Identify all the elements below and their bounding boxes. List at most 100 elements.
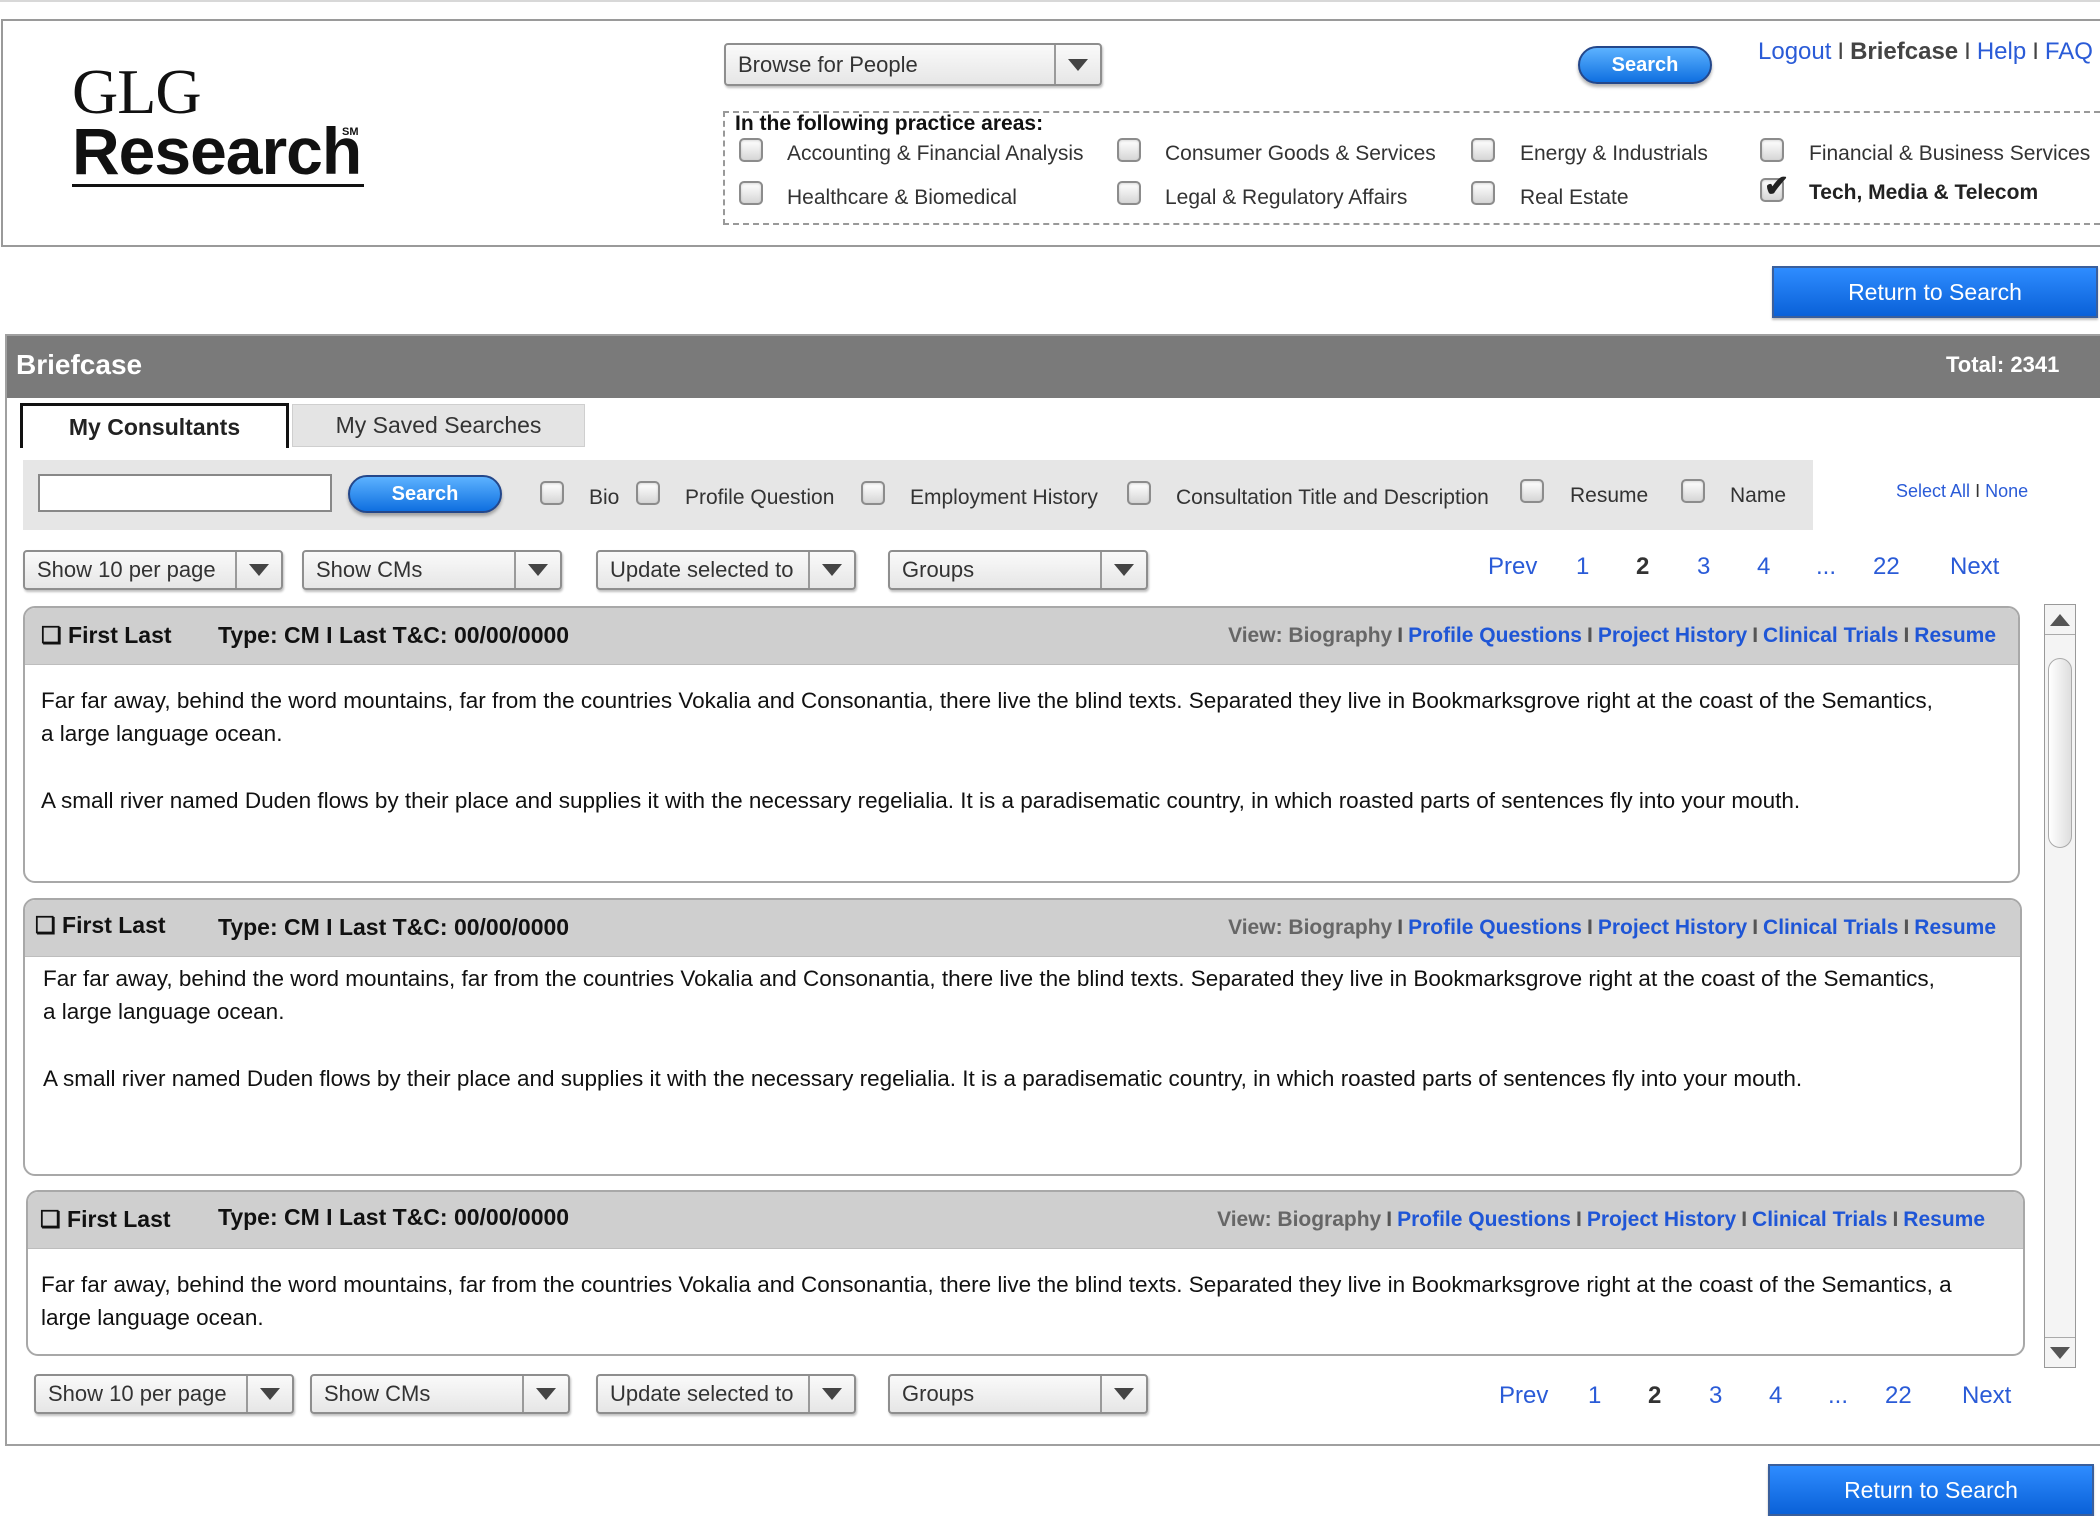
practice-checkbox-consumer[interactable] <box>1117 138 1141 162</box>
pagination-ellipsis: ... <box>1816 553 1837 580</box>
filter-checkbox-bio[interactable] <box>540 481 564 505</box>
faq-link[interactable]: FAQ <box>2045 38 2093 65</box>
bio-paragraph: Far far away, behind the word mountains,… <box>41 1272 1952 1330</box>
link-separator: I <box>1975 481 1981 501</box>
resume-link[interactable]: Resume <box>1903 1208 1985 1231</box>
consultant-card: ❏ First Last Type: CM I Last T&C: 00/00/… <box>23 606 2020 883</box>
bio-paragraph: Far far away, behind the word mountains,… <box>43 966 1935 1024</box>
pagination-page-current[interactable]: 2 <box>1636 553 1649 581</box>
filter-checkbox-consultation[interactable] <box>1127 481 1151 505</box>
clinical-trials-link[interactable]: Clinical Trials <box>1763 624 1898 647</box>
practice-checkbox-tech[interactable]: ✔ <box>1760 172 1789 202</box>
practice-areas-title: In the following practice areas: <box>735 112 1044 135</box>
consultant-select-name[interactable]: ❏ First Last <box>40 1206 171 1233</box>
profile-questions-link[interactable]: Profile Questions <box>1397 1208 1571 1231</box>
link-separator: I <box>1964 38 1971 65</box>
consultant-view-links: View: Biography I Profile Questions I Projec… <box>1228 916 1996 939</box>
filter-checkbox-resume[interactable] <box>1520 479 1544 503</box>
practice-label: Tech, Media & Telecom <box>1809 181 2039 204</box>
profile-questions-link[interactable]: Profile Questions <box>1408 624 1582 647</box>
practice-checkbox-healthcare[interactable] <box>739 181 763 205</box>
scroll-thumb[interactable] <box>2048 658 2072 848</box>
select-all-none: Select All I None <box>1896 481 2028 502</box>
consultant-name: First Last <box>68 622 172 648</box>
pagination-page[interactable]: 22 <box>1885 1382 1912 1410</box>
checkbox-icon: ❏ <box>40 1206 61 1232</box>
checkmark-icon: ✔ <box>1764 170 1790 203</box>
pagination-prev[interactable]: Prev <box>1499 1382 1548 1410</box>
consultant-bio: Far far away, behind the word mountains,… <box>41 684 1948 817</box>
resume-link[interactable]: Resume <box>1914 624 1996 647</box>
scroll-down-arrow-icon[interactable] <box>2045 1337 2075 1367</box>
pagination-page[interactable]: 1 <box>1576 553 1589 581</box>
filter-checkbox-profile-question[interactable] <box>636 481 660 505</box>
pagination-page[interactable]: 4 <box>1757 553 1770 581</box>
chevron-down-icon <box>1054 45 1100 84</box>
practice-label: Accounting & Financial Analysis <box>787 142 1084 165</box>
select-all-link[interactable]: Select All <box>1896 481 1970 501</box>
practice-label: Healthcare & Biomedical <box>787 186 1017 209</box>
pagination-page[interactable]: 1 <box>1588 1382 1601 1410</box>
pagination-page[interactable]: 3 <box>1709 1382 1722 1410</box>
briefcase-link[interactable]: Briefcase <box>1850 38 1958 65</box>
bio-paragraph: A small river named Duden flows by their… <box>43 1066 1803 1091</box>
practice-checkbox-energy[interactable] <box>1471 138 1495 162</box>
resume-link[interactable]: Resume <box>1914 916 1996 939</box>
consultant-card-header: ❏ First Last Type: CM I Last T&C: 00/00/… <box>28 1192 2023 1249</box>
filter-label: Consultation Title and Description <box>1176 486 1489 509</box>
pagination-ellipsis: ... <box>1828 1382 1849 1409</box>
practice-label: Real Estate <box>1520 186 1629 209</box>
consultant-select-name[interactable]: ❏ First Last <box>35 912 166 939</box>
pagination-bottom: Prev 1 2 3 4 ... 22 Next <box>0 1382 2100 1412</box>
glg-research-logo: GLG Research SM <box>70 60 370 200</box>
practice-checkbox-accounting[interactable] <box>739 138 763 162</box>
practice-checkbox-real-estate[interactable] <box>1471 181 1495 205</box>
pagination-page-current[interactable]: 2 <box>1648 1382 1661 1410</box>
filter-checkbox-name[interactable] <box>1681 479 1705 503</box>
project-history-link[interactable]: Project History <box>1598 624 1747 647</box>
profile-questions-link[interactable]: Profile Questions <box>1408 916 1582 939</box>
filter-label: Bio <box>589 486 620 509</box>
header-search-button[interactable]: Search <box>1578 46 1712 84</box>
consultant-meta: Type: CM I Last T&C: 00/00/0000 <box>218 622 570 648</box>
filter-label: Employment History <box>910 486 1098 509</box>
consultant-meta: Type: CM I Last T&C: 00/00/0000 <box>218 1204 570 1230</box>
view-biography-label: View: Biography <box>1228 624 1393 647</box>
consultant-name: First Last <box>62 912 166 938</box>
practice-label: Financial & Business Services <box>1809 142 2091 165</box>
consultant-bio: Far far away, behind the word mountains,… <box>43 962 1950 1095</box>
link-separator: I <box>2032 38 2039 65</box>
scroll-up-arrow-icon[interactable] <box>2045 605 2075 635</box>
consultant-select-name[interactable]: ❏ First Last <box>41 622 172 649</box>
top-divider <box>0 0 2100 2</box>
pagination-prev[interactable]: Prev <box>1488 553 1537 581</box>
pagination-page[interactable]: 4 <box>1769 1382 1782 1410</box>
consultant-card-header: ❏ First Last Type: CM I Last T&C: 00/00/… <box>25 608 2018 665</box>
practice-label: Legal & Regulatory Affairs <box>1165 186 1408 209</box>
practice-checkbox-financial[interactable] <box>1760 138 1784 162</box>
clinical-trials-link[interactable]: Clinical Trials <box>1763 916 1898 939</box>
briefcase-total: Total: 2341 <box>1946 352 2060 377</box>
pagination-page[interactable]: 3 <box>1697 553 1710 581</box>
briefcase-search-input[interactable] <box>38 474 332 512</box>
tab-my-consultants[interactable]: My Consultants <box>20 403 289 448</box>
return-to-search-button[interactable]: Return to Search <box>1772 266 2098 318</box>
clinical-trials-link[interactable]: Clinical Trials <box>1752 1208 1887 1231</box>
tab-my-saved-searches[interactable]: My Saved Searches <box>292 404 585 447</box>
logout-link[interactable]: Logout <box>1758 38 1831 65</box>
practice-checkbox-legal[interactable] <box>1117 181 1141 205</box>
select-none-link[interactable]: None <box>1985 481 2028 501</box>
bio-paragraph: Far far away, behind the word mountains,… <box>41 688 1933 746</box>
project-history-link[interactable]: Project History <box>1598 916 1747 939</box>
consultant-view-links: View: Biography I Profile Questions I Projec… <box>1228 624 1996 647</box>
pagination-next[interactable]: Next <box>1962 1382 2011 1410</box>
help-link[interactable]: Help <box>1977 38 2026 65</box>
browse-select[interactable]: Browse for People <box>724 43 1102 86</box>
pagination-top: Prev 1 2 3 4 ... 22 Next <box>0 553 2100 583</box>
pagination-next[interactable]: Next <box>1950 553 1999 581</box>
return-to-search-button[interactable]: Return to Search <box>1768 1464 2094 1516</box>
project-history-link[interactable]: Project History <box>1587 1208 1736 1231</box>
pagination-page[interactable]: 22 <box>1873 553 1900 581</box>
briefcase-search-button[interactable]: Search <box>348 475 502 513</box>
filter-checkbox-employment-history[interactable] <box>861 481 885 505</box>
